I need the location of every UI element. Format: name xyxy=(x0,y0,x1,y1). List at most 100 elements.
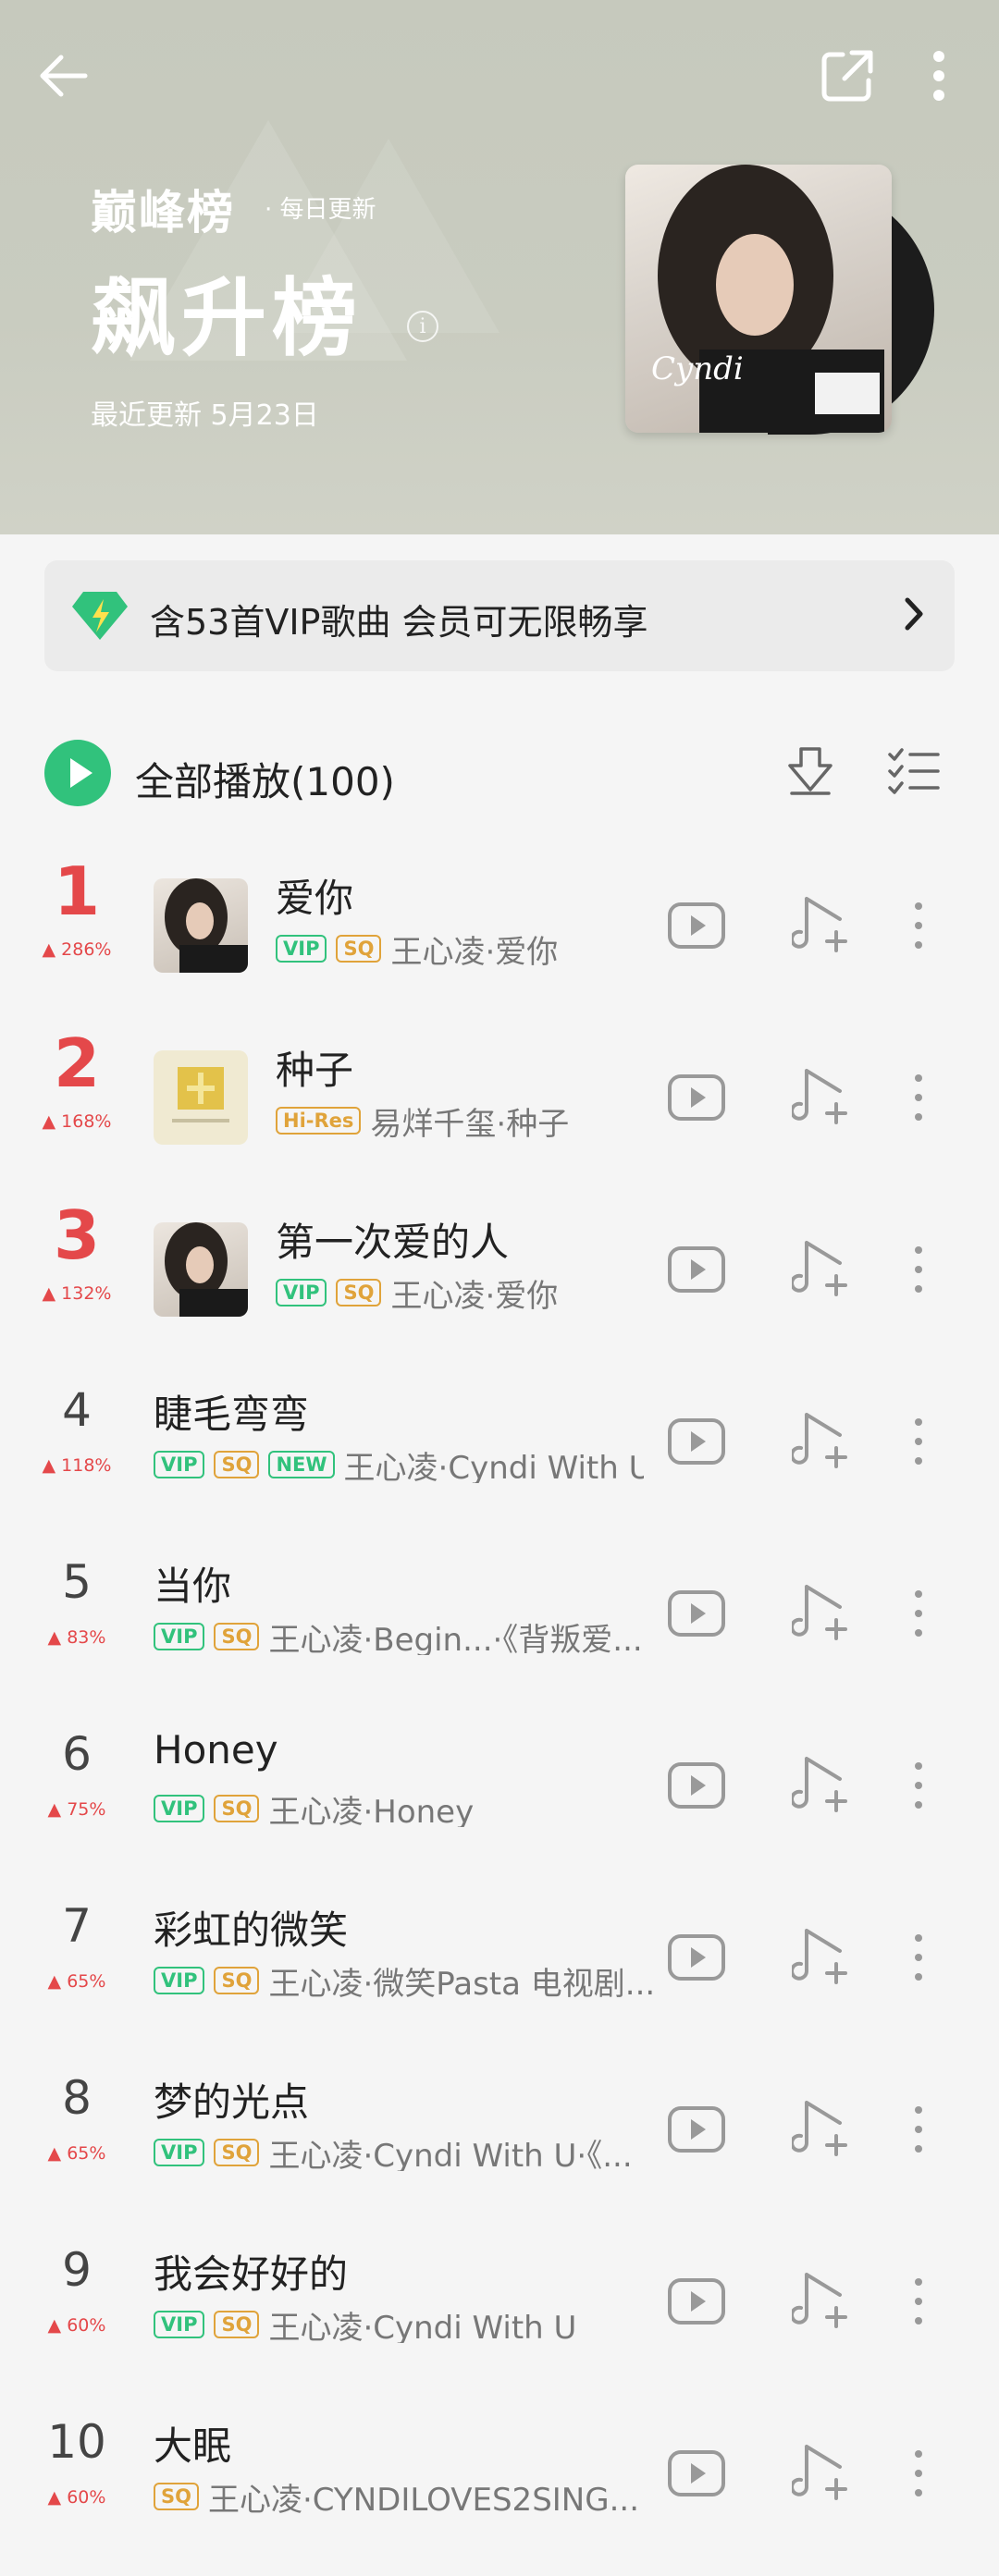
add-to-playlist-icon[interactable] xyxy=(792,2267,857,2332)
multi-select-icon[interactable] xyxy=(886,743,942,799)
add-to-playlist-icon[interactable] xyxy=(792,1407,857,1472)
play-all-label[interactable]: 全部播放(100) xyxy=(135,751,395,807)
song-meta: VIP SQ 王心凌·Cyndi With U xyxy=(154,2306,644,2343)
chart-brand: 巅峰榜 xyxy=(91,186,235,239)
song-trend: ▲ 168% xyxy=(42,1111,112,1132)
song-row[interactable]: 7 ▲ 65% 彩虹的微笑 VIP SQ 王心凌·微笑Pasta 电视剧... xyxy=(0,1871,999,2043)
back-arrow-icon xyxy=(40,55,88,97)
vip-tag: VIP xyxy=(154,2139,205,2166)
more-vertical-icon xyxy=(933,51,944,101)
more-vertical-icon[interactable] xyxy=(905,1409,932,1474)
song-rank: 6 xyxy=(62,1727,92,1781)
more-options-button[interactable] xyxy=(906,39,971,113)
page-title: 飙升榜 xyxy=(91,269,364,368)
song-rank: 4 xyxy=(62,1383,92,1437)
album-cover[interactable]: Cyndi xyxy=(625,165,892,433)
add-to-playlist-icon[interactable] xyxy=(792,1235,857,1300)
add-to-playlist-icon[interactable] xyxy=(792,1063,857,1128)
song-artist-album: 王心凌·CYNDILOVES2SING... xyxy=(207,2481,640,2516)
song-row[interactable]: 10 ▲ 60% 大眠 SQ 王心凌·CYNDILOVES2SING... xyxy=(0,2387,999,2559)
more-vertical-icon[interactable] xyxy=(905,2097,932,2162)
mv-play-icon[interactable] xyxy=(664,1581,729,1646)
song-trend: ▲ 118% xyxy=(42,1455,112,1476)
mv-play-icon[interactable] xyxy=(664,1409,729,1474)
download-icon[interactable] xyxy=(783,743,838,799)
mv-play-icon[interactable] xyxy=(664,893,729,958)
song-row[interactable]: 3 ▲ 132% 第一次爱的人 VIP SQ 王心凌·爱你 xyxy=(0,1184,999,1355)
song-title: 我会好好的 xyxy=(154,2251,349,2297)
add-to-playlist-icon[interactable] xyxy=(792,1579,857,1644)
mv-play-icon[interactable] xyxy=(664,1065,729,1130)
more-vertical-icon[interactable] xyxy=(905,893,932,958)
chart-brand-subtitle: · 每日更新 xyxy=(265,196,376,224)
vip-tag: VIP xyxy=(154,1795,205,1822)
sq-tag: SQ xyxy=(214,1451,260,1478)
back-button[interactable] xyxy=(26,39,100,113)
more-vertical-icon[interactable] xyxy=(905,1237,932,1302)
song-title: 第一次爱的人 xyxy=(276,1220,510,1265)
song-title: 爱你 xyxy=(276,876,354,921)
mv-play-icon[interactable] xyxy=(664,1753,729,1818)
vip-banner-text: 含53首VIP歌曲 会员可无限畅享 xyxy=(150,602,648,643)
song-rank: 9 xyxy=(62,2243,92,2297)
vip-banner[interactable]: 含53首VIP歌曲 会员可无限畅享 xyxy=(44,560,955,671)
more-vertical-icon[interactable] xyxy=(905,1065,932,1130)
song-meta: VIP SQ 王心凌·爱你 xyxy=(276,1274,646,1311)
song-row[interactable]: 9 ▲ 60% 我会好好的 VIP SQ 王心凌·Cyndi With U xyxy=(0,2215,999,2387)
share-button[interactable] xyxy=(810,39,884,113)
sq-tag: SQ xyxy=(214,1967,260,1994)
share-icon xyxy=(821,50,873,102)
song-meta: VIP SQ 王心凌·Begin...·《背叛爱... xyxy=(154,1618,662,1655)
vip-tag: VIP xyxy=(276,1279,327,1306)
song-rank: 5 xyxy=(62,1555,92,1609)
song-meta: VIP SQ 王心凌·微笑Pasta 电视剧... xyxy=(154,1962,662,1999)
new-tag: NEW xyxy=(268,1451,335,1478)
info-icon[interactable]: i xyxy=(407,311,438,342)
more-vertical-icon[interactable] xyxy=(905,1925,932,1990)
add-to-playlist-icon[interactable] xyxy=(792,1923,857,1988)
song-title: 梦的光点 xyxy=(154,2079,310,2125)
song-artist-album: 王心凌·Cyndi With U xyxy=(268,2309,577,2344)
play-all-button[interactable] xyxy=(44,740,111,806)
add-to-playlist-icon[interactable] xyxy=(792,891,857,956)
song-row[interactable]: 1 ▲ 286% 爱你 VIP SQ 王心凌·爱你 xyxy=(0,840,999,1012)
song-trend: ▲ 60% xyxy=(47,2487,106,2508)
song-rank: 7 xyxy=(62,1899,92,1953)
add-to-playlist-icon[interactable] xyxy=(792,2095,857,2160)
song-artist-album: 易烊千玺·种子 xyxy=(370,1105,570,1140)
mv-play-icon[interactable] xyxy=(664,2097,729,2162)
vip-tag: VIP xyxy=(154,1967,205,1994)
more-vertical-icon[interactable] xyxy=(905,1753,932,1818)
song-trend: ▲ 286% xyxy=(42,939,112,960)
more-vertical-icon[interactable] xyxy=(905,1581,932,1646)
song-trend: ▲ 65% xyxy=(47,1971,106,1992)
song-title: 种子 xyxy=(276,1048,354,1093)
add-to-playlist-icon[interactable] xyxy=(792,2439,857,2504)
sq-tag: SQ xyxy=(214,2311,260,2338)
song-row[interactable]: 4 ▲ 118% 睫毛弯弯 VIP SQ NEW 王心凌·Cyndi With … xyxy=(0,1355,999,1527)
add-to-playlist-icon[interactable] xyxy=(792,1751,857,1816)
song-row[interactable]: 6 ▲ 75% Honey VIP SQ 王心凌·Honey xyxy=(0,1699,999,1871)
song-artist-album: 王心凌·微笑Pasta 电视剧... xyxy=(268,1965,656,2000)
chart-header: 巅峰榜 · 每日更新 飙升榜 i 最近更新 5月23日 Cyndi xyxy=(0,0,999,534)
song-title: 睫毛弯弯 xyxy=(154,1392,310,1437)
chevron-right-icon xyxy=(905,597,923,631)
song-row[interactable]: 2 ▲ 168% 种子 Hi-Res 易烊千玺·种子 xyxy=(0,1012,999,1184)
song-rank: 3 xyxy=(53,1196,101,1274)
mv-play-icon[interactable] xyxy=(664,2269,729,2334)
song-title: Honey xyxy=(154,1727,278,1773)
song-row[interactable]: 5 ▲ 83% 当你 VIP SQ 王心凌·Begin...·《背叛爱... xyxy=(0,1527,999,1699)
mv-play-icon[interactable] xyxy=(664,1925,729,1990)
song-rank: 8 xyxy=(62,2071,92,2125)
song-rank: 10 xyxy=(47,2415,106,2469)
album-cover-art: Cyndi xyxy=(651,165,884,433)
song-meta: VIP SQ 王心凌·Honey xyxy=(154,1790,644,1827)
vip-tag: VIP xyxy=(154,1451,205,1478)
sq-tag: SQ xyxy=(336,935,382,963)
song-artist-album: 王心凌·Cyndi With U·《... xyxy=(268,2137,633,2172)
more-vertical-icon[interactable] xyxy=(905,2441,932,2506)
more-vertical-icon[interactable] xyxy=(905,2269,932,2334)
song-row[interactable]: 8 ▲ 65% 梦的光点 VIP SQ 王心凌·Cyndi With U·《..… xyxy=(0,2043,999,2215)
mv-play-icon[interactable] xyxy=(664,2441,729,2506)
mv-play-icon[interactable] xyxy=(664,1237,729,1302)
